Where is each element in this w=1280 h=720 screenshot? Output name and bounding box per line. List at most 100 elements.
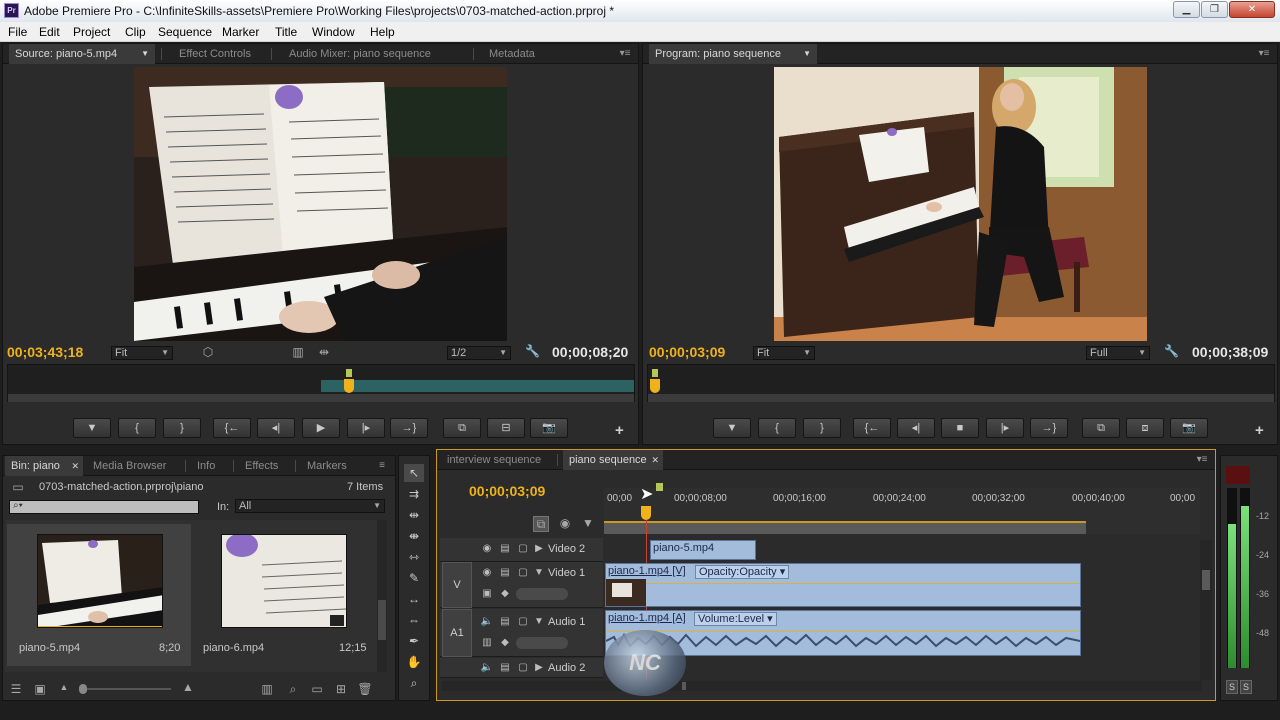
tab-media-browser[interactable]: Media Browser [87, 456, 172, 476]
mark-in-button[interactable]: { [118, 418, 156, 438]
lock-track-icon[interactable]: ▢ [516, 542, 530, 556]
keyframe-icon[interactable]: ◆ [498, 587, 512, 601]
keyframe-navigator[interactable] [516, 588, 568, 600]
menu-file[interactable]: File [8, 25, 27, 39]
source-time-ruler[interactable] [7, 364, 635, 402]
icon-view-icon[interactable]: ▣ [33, 682, 47, 696]
extract-button[interactable]: ⧈ [1126, 418, 1164, 438]
button-editor-plus-icon[interactable]: + [615, 422, 624, 439]
tab-markers[interactable]: Markers [301, 456, 353, 476]
zoom-out-icon[interactable]: ▲ [57, 682, 71, 692]
work-area-bar[interactable] [604, 521, 1086, 534]
add-marker-button[interactable]: ▼ [713, 418, 751, 438]
export-frame-button[interactable]: 📷 [530, 418, 568, 438]
go-to-out-button[interactable]: →} [1030, 418, 1068, 438]
maximize-button[interactable]: ❐ [1201, 1, 1228, 18]
stop-button[interactable]: ■ [941, 418, 979, 438]
tab-effect-controls[interactable]: Effect Controls [173, 44, 257, 64]
slide-tool-icon[interactable]: ⇔ [404, 611, 424, 629]
new-bin-icon[interactable]: ▭ [309, 682, 325, 696]
menu-marker[interactable]: Marker [222, 25, 259, 39]
tab-program[interactable]: Program: piano sequence ▼ [649, 44, 817, 64]
panel-menu-icon[interactable]: ▾≡ [1257, 48, 1271, 60]
menu-edit[interactable]: Edit [39, 25, 60, 39]
wrench-icon[interactable]: 🔧 [1164, 344, 1179, 358]
drag-audio-icon[interactable]: ⇹ [317, 345, 331, 359]
solo-button[interactable]: S [1240, 680, 1252, 694]
add-marker-icon[interactable]: ▼ [582, 516, 594, 530]
menu-title[interactable]: Title [275, 25, 297, 39]
go-to-in-button[interactable]: {← [213, 418, 251, 438]
target-track-a1[interactable]: A1 [442, 609, 472, 657]
program-zoom-scrollbar[interactable] [648, 394, 1274, 402]
trash-icon[interactable]: 🗑 [357, 682, 373, 696]
display-style-icon[interactable]: ▣ [480, 587, 494, 601]
bin-vertical-scrollbar[interactable] [377, 520, 387, 672]
button-editor-plus-icon[interactable]: + [1255, 422, 1264, 439]
set-encore-marker-icon[interactable]: ◉ [558, 516, 572, 530]
eye-icon[interactable]: ◉ [480, 566, 494, 580]
tab-metadata[interactable]: Metadata [483, 44, 541, 64]
playhead-icon[interactable] [650, 379, 660, 393]
search-input[interactable]: ⌕▾ [9, 500, 199, 514]
drag-video-icon[interactable]: ▥ [291, 345, 305, 359]
mark-out-button[interactable]: } [803, 418, 841, 438]
menu-help[interactable]: Help [370, 25, 395, 39]
tab-info[interactable]: Info [191, 456, 221, 476]
timeline-horizontal-scrollbar[interactable] [442, 681, 1202, 691]
ripple-edit-tool-icon[interactable]: ⇹ [404, 506, 424, 524]
hand-tool-icon[interactable]: ✋ [404, 653, 424, 671]
snap-icon[interactable]: ⧉ [533, 516, 549, 532]
list-view-icon[interactable]: ☰ [9, 682, 23, 696]
mark-out-button[interactable]: } [163, 418, 201, 438]
pen-tool-icon[interactable]: ✒ [404, 632, 424, 650]
go-to-in-button[interactable]: {← [853, 418, 891, 438]
timeline-current-timecode[interactable]: 00;00;03;09 [469, 483, 545, 499]
display-style-icon[interactable]: ▥ [480, 636, 494, 650]
overwrite-button[interactable]: ⊟ [487, 418, 525, 438]
rolling-edit-tool-icon[interactable]: ⇼ [404, 527, 424, 545]
sync-lock-icon[interactable]: ▤ [498, 661, 512, 675]
chevron-right-icon[interactable]: ▶ [532, 542, 546, 556]
playhead-icon[interactable] [641, 506, 651, 520]
program-zoom-dropdown[interactable]: Fit ▼ [753, 346, 815, 360]
keyframe-icon[interactable]: ◆ [498, 636, 512, 650]
wrench-icon[interactable]: 🔧 [525, 344, 540, 358]
step-back-button[interactable]: ◂| [257, 418, 295, 438]
source-zoom-dropdown[interactable]: Fit ▼ [111, 346, 173, 360]
playhead-icon[interactable] [344, 379, 354, 393]
razor-tool-icon[interactable]: ✎ [404, 569, 424, 587]
tab-piano-sequence[interactable]: piano sequence ✕ [563, 450, 663, 470]
rate-stretch-tool-icon[interactable]: ⇿ [404, 548, 424, 566]
program-current-timecode[interactable]: 00;00;03;09 [649, 344, 725, 360]
menu-sequence[interactable]: Sequence [158, 25, 212, 39]
clip-thumbnail[interactable] [37, 534, 163, 628]
source-current-timecode[interactable]: 00;03;43;18 [7, 344, 83, 360]
close-icon[interactable]: ✕ [651, 450, 659, 470]
lift-button[interactable]: ⧉ [1082, 418, 1120, 438]
step-back-button[interactable]: ◂| [897, 418, 935, 438]
program-resolution-dropdown[interactable]: Full ▼ [1086, 346, 1150, 360]
lock-track-icon[interactable]: ▢ [516, 615, 530, 629]
menu-clip[interactable]: Clip [125, 25, 146, 39]
zoom-in-icon[interactable]: ▲ [179, 680, 197, 694]
minimize-button[interactable]: ▁ [1173, 1, 1200, 18]
tab-audio-mixer[interactable]: Audio Mixer: piano sequence [283, 44, 437, 64]
list-item[interactable]: piano-6.mp4 12;15 [195, 524, 375, 666]
step-forward-button[interactable]: |▸ [347, 418, 385, 438]
sync-lock-icon[interactable]: ▤ [498, 566, 512, 580]
lock-track-icon[interactable]: ▢ [516, 661, 530, 675]
program-time-ruler[interactable] [647, 364, 1275, 402]
opacity-rubberband[interactable] [646, 583, 1080, 584]
menu-window[interactable]: Window [312, 25, 355, 39]
list-item[interactable]: piano-5.mp4 8;20 [7, 524, 191, 666]
mark-in-button[interactable]: { [758, 418, 796, 438]
close-icon[interactable]: ✕ [71, 456, 79, 476]
thumbnail-zoom-slider[interactable] [79, 684, 171, 694]
chevron-right-icon[interactable]: ▶ [532, 661, 546, 675]
add-marker-button[interactable]: ▼ [73, 418, 111, 438]
close-button[interactable]: ✕ [1229, 1, 1275, 18]
menu-project[interactable]: Project [73, 25, 110, 39]
slip-tool-icon[interactable]: ↔ [404, 590, 424, 608]
lock-track-icon[interactable]: ▢ [516, 566, 530, 580]
